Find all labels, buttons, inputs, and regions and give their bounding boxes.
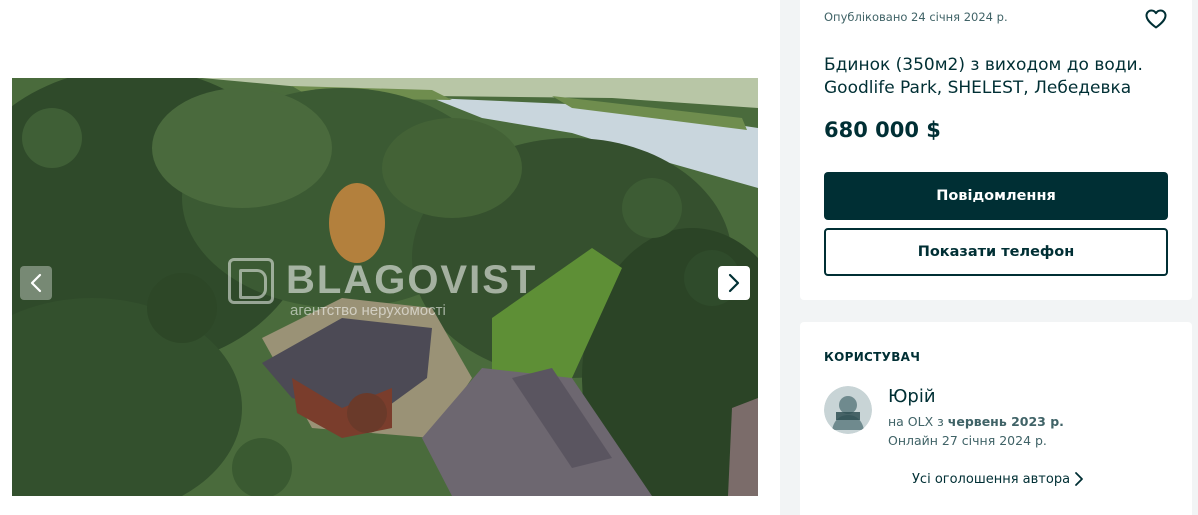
posted-date: Опубліковано 24 січня 2024 р. xyxy=(824,10,1008,24)
chevron-left-icon xyxy=(30,273,42,293)
user-avatar-icon[interactable] xyxy=(824,386,872,434)
gallery-prev-button[interactable] xyxy=(20,266,52,300)
listing-card: Опубліковано 24 січня 2024 р. Бдинок (35… xyxy=(800,0,1192,300)
show-phone-button[interactable]: Показати телефон xyxy=(824,228,1168,276)
listing-title: Бдинок (350м2) з виходом до води. Goodli… xyxy=(824,55,1143,98)
user-heading: КОРИСТУВАЧ xyxy=(824,350,921,364)
gallery-area: BLAGOVIST агентство нерухомості xyxy=(0,0,780,515)
message-button[interactable]: Повідомлення xyxy=(824,172,1168,220)
chevron-right-icon xyxy=(728,273,740,293)
user-since-prefix: на OLX з xyxy=(888,414,944,429)
favorite-button[interactable] xyxy=(1144,7,1168,31)
user-since-value: червень 2023 р. xyxy=(947,414,1064,429)
watermark-tagline: агентство нерухомості xyxy=(290,302,446,319)
photo-gallery[interactable]: BLAGOVIST агентство нерухомості xyxy=(12,78,758,496)
watermark-brand: BLAGOVIST xyxy=(286,258,538,302)
user-last-online: Онлайн 27 січня 2024 р. xyxy=(888,433,1047,448)
chevron-right-icon xyxy=(1075,472,1083,486)
listing-price: 680 000 $ xyxy=(824,118,941,142)
user-name[interactable]: Юрій xyxy=(888,386,936,407)
user-since: на OLX з червень 2023 р. xyxy=(888,414,1064,429)
watermark-logo xyxy=(228,258,274,304)
heart-outline-icon xyxy=(1145,9,1167,29)
all-ads-link[interactable]: Усі оголошення автора xyxy=(912,471,1084,487)
gallery-next-button[interactable] xyxy=(718,266,750,300)
all-ads-label: Усі оголошення автора xyxy=(912,471,1071,487)
user-card: КОРИСТУВАЧ Юрій на OLX з червень 2023 р.… xyxy=(800,322,1192,515)
